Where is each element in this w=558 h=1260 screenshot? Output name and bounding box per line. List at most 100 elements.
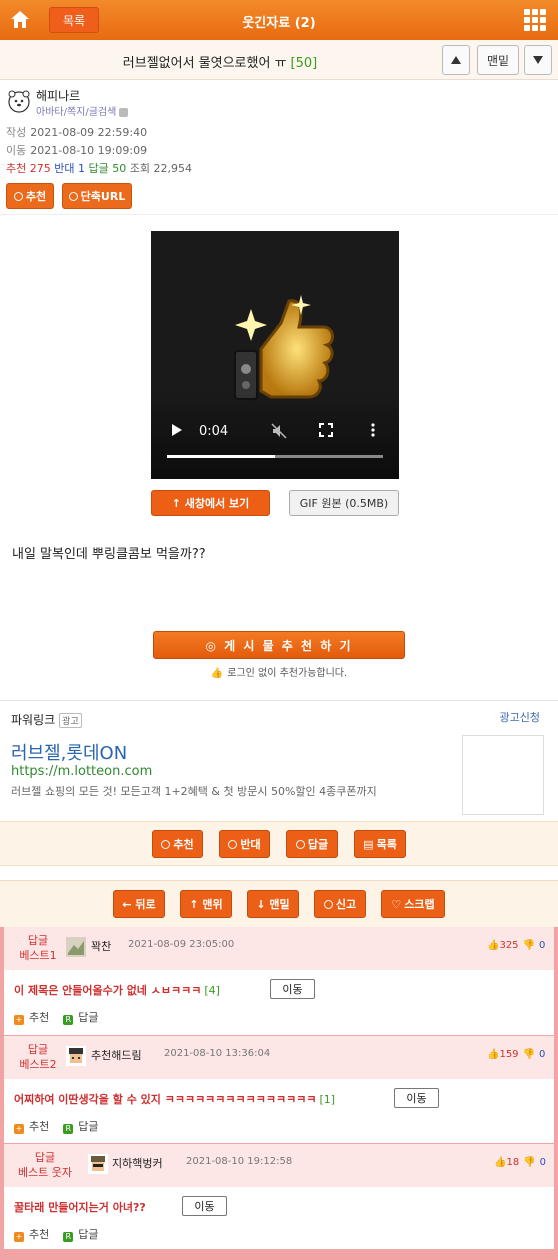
open-new-window-button[interactable]: ↑ 새창에서 보기 (151, 490, 270, 516)
comment-actions: + 추천 R 답글 (14, 1009, 99, 1025)
go-top-button[interactable]: ↑ 맨위 (180, 890, 232, 918)
downvote-icon[interactable]: 👎 (523, 1049, 535, 1060)
ad-image[interactable] (462, 735, 544, 815)
move-button[interactable]: 이동 (394, 1088, 439, 1108)
comment-reply-count: [4] (204, 984, 220, 997)
circle-icon (13, 191, 23, 201)
ad-title-link[interactable]: 러브젤,롯데ON (11, 739, 127, 765)
list-bottom-label: 목록 (376, 838, 397, 851)
post-content: 내일 말복인데 뿌링클콤보 먹을까?? (12, 547, 206, 562)
comment-text[interactable]: 꿀타래 만들어지는거 아녀?? (14, 1199, 149, 1215)
navigation-action-bar: ← 뒤로 ↑ 맨위 ↓ 맨밑 신고 ♡ 스크랩 (0, 880, 558, 927)
scroll-down-button[interactable] (524, 45, 552, 75)
moved-time: 2021-08-10 19:09:09 (30, 144, 148, 157)
fullscreen-icon[interactable] (319, 423, 333, 441)
ad-header: 파워링크 광고 (11, 711, 82, 728)
commenter-nick[interactable]: 지하핵벙커 (112, 1155, 163, 1171)
downvote-icon[interactable]: 👎 (523, 1157, 535, 1168)
more-options-icon[interactable] (371, 423, 375, 441)
ad-url[interactable]: https://m.lotteon.com (11, 764, 152, 779)
oppose-button-label: 반대 (240, 838, 261, 851)
reply-r-icon: R (63, 1124, 74, 1134)
comment-votes: 👍18 👎 0 (494, 1157, 546, 1168)
back-button[interactable]: ← 뒤로 (113, 890, 165, 918)
upvote-icon[interactable]: 👍 (487, 1049, 499, 1060)
downvote-icon[interactable]: 👎 (523, 940, 535, 951)
report-button[interactable]: 신고 (314, 890, 366, 918)
author-links[interactable]: 아바타/쪽지/글검색 (36, 103, 129, 118)
best-label: 답글 베스트1 (14, 933, 62, 963)
comment-text[interactable]: 어찌하여 이딴생각을 할 수 있지 ㅋㅋㅋㅋㅋㅋㅋㅋㅋㅋㅋㅋㅋㅋㅋ [1] (14, 1091, 335, 1107)
comment-recommend-label: 추천 (29, 1120, 50, 1133)
gif-original-button[interactable]: GIF 원본 (0.5MB) (289, 490, 399, 516)
triangle-up-icon (451, 56, 461, 64)
author-links-text[interactable]: 아바타/쪽지/글검색 (36, 107, 116, 118)
go-bottom-bar-button[interactable]: ↓ 맨밑 (247, 890, 299, 918)
recommend-button[interactable]: 추천 (152, 830, 203, 858)
commenter-nick[interactable]: 추천해드림 (91, 1047, 142, 1063)
upvote-icon[interactable]: 👍 (487, 940, 499, 951)
comment-votes: 👍325 👎 0 (487, 940, 545, 951)
board-title: 웃긴자료 (2) (242, 16, 316, 31)
best-label-line1: 답글 (27, 1043, 49, 1056)
commenter-avatar[interactable] (66, 1046, 86, 1066)
warning-icon (323, 899, 333, 909)
ad-apply-link[interactable]: 광고신청 (500, 709, 540, 725)
comment-reply-button[interactable]: R 답글 (63, 1009, 99, 1025)
comment-recommend-button[interactable]: + 추천 (14, 1226, 49, 1242)
list-bottom-button[interactable]: ▤ 목록 (354, 830, 406, 858)
scrap-button[interactable]: ♡ 스크랩 (381, 890, 445, 918)
oppose-button[interactable]: 반대 (219, 830, 270, 858)
video-progress-bar[interactable] (167, 455, 383, 458)
commenter-avatar[interactable] (88, 1154, 108, 1174)
comment-recommend-label: 추천 (29, 1011, 50, 1024)
view-stat-label: 조회 (129, 162, 150, 175)
heart-icon: ♡ (391, 897, 402, 911)
post-title-text: 러브젤없어서 물엿으로했어 ㅠ (122, 56, 287, 71)
comment-text[interactable]: 이 제목은 안들어올수가 없네 ㅅㅂㅋㅋㅋ [4] (14, 982, 220, 998)
play-icon[interactable] (171, 423, 183, 441)
menu-grid-icon[interactable] (524, 9, 546, 31)
post-title: 러브젤없어서 물엿으로했어 ㅠ [50] (0, 52, 440, 71)
downvote-count: 0 (539, 1049, 546, 1060)
commenter-avatar[interactable] (66, 937, 86, 957)
comment-text-body: 꿀타래 만들어지는거 아녀?? (14, 1201, 146, 1214)
best-comment: 답글 베스트 웃자 지하핵벙커 2021-08-10 19:12:58 👍18 👎 0… (0, 1143, 558, 1249)
author-nickname[interactable]: 해피나르 (36, 87, 80, 104)
best-label-line2: 베스트 웃자 (17, 1166, 73, 1179)
comment-text-body: 어찌하여 이딴생각을 할 수 있지 ㅋㅋㅋㅋㅋㅋㅋㅋㅋㅋㅋㅋㅋㅋㅋ (14, 1093, 317, 1106)
reply-r-icon: R (63, 1232, 74, 1242)
reply-stat-value: 50 (112, 162, 127, 175)
post-action-bar: 추천 반대 답글 ▤ 목록 (0, 821, 558, 866)
comment-reply-button[interactable]: R 답글 (63, 1226, 99, 1242)
go-bottom-button[interactable]: 맨밑 (477, 45, 519, 75)
recommend-post-button[interactable]: ◎ 게 시 물 추 천 하 기 (153, 631, 405, 659)
video-player[interactable]: 0:04 (151, 231, 399, 479)
ad-description: 러브젤 쇼핑의 모든 것! 모든고객 1+2혜택 & 첫 방문시 50%할인 4… (11, 785, 377, 798)
lock-icon (119, 107, 129, 117)
reply-button[interactable]: 답글 (286, 830, 338, 858)
meta-recommend-button[interactable]: 추천 (6, 183, 54, 209)
ad-header-text: 파워링크 (11, 713, 56, 727)
reply-button-label: 답글 (307, 838, 329, 851)
plus-icon: + (14, 1015, 24, 1025)
commenter-nick[interactable]: 꽉찬 (91, 938, 111, 954)
best-label-line1: 답글 (27, 934, 49, 947)
short-url-label: 단축URL (80, 190, 126, 203)
comment-recommend-button[interactable]: + 추천 (14, 1118, 49, 1134)
bottom-border (0, 1249, 558, 1260)
best-label: 답글 베스트 웃자 (10, 1150, 80, 1180)
best-comment: 답글 베스트1 꽉찬 2021-08-09 23:05:00 👍325 👎 0 이 제… (0, 927, 558, 1035)
move-button[interactable]: 이동 (270, 979, 315, 999)
mute-icon[interactable] (271, 423, 287, 443)
comment-recommend-button[interactable]: + 추천 (14, 1009, 49, 1025)
plus-icon: + (14, 1232, 24, 1242)
author-avatar[interactable] (6, 88, 32, 114)
moved-label: 이동 (6, 144, 27, 157)
short-url-button[interactable]: 단축URL (62, 183, 132, 209)
comment-reply-label: 답글 (78, 1011, 99, 1024)
upvote-icon[interactable]: 👍 (494, 1157, 506, 1168)
scroll-up-button[interactable] (442, 45, 470, 75)
comment-reply-button[interactable]: R 답글 (63, 1118, 99, 1134)
move-button[interactable]: 이동 (182, 1196, 227, 1216)
